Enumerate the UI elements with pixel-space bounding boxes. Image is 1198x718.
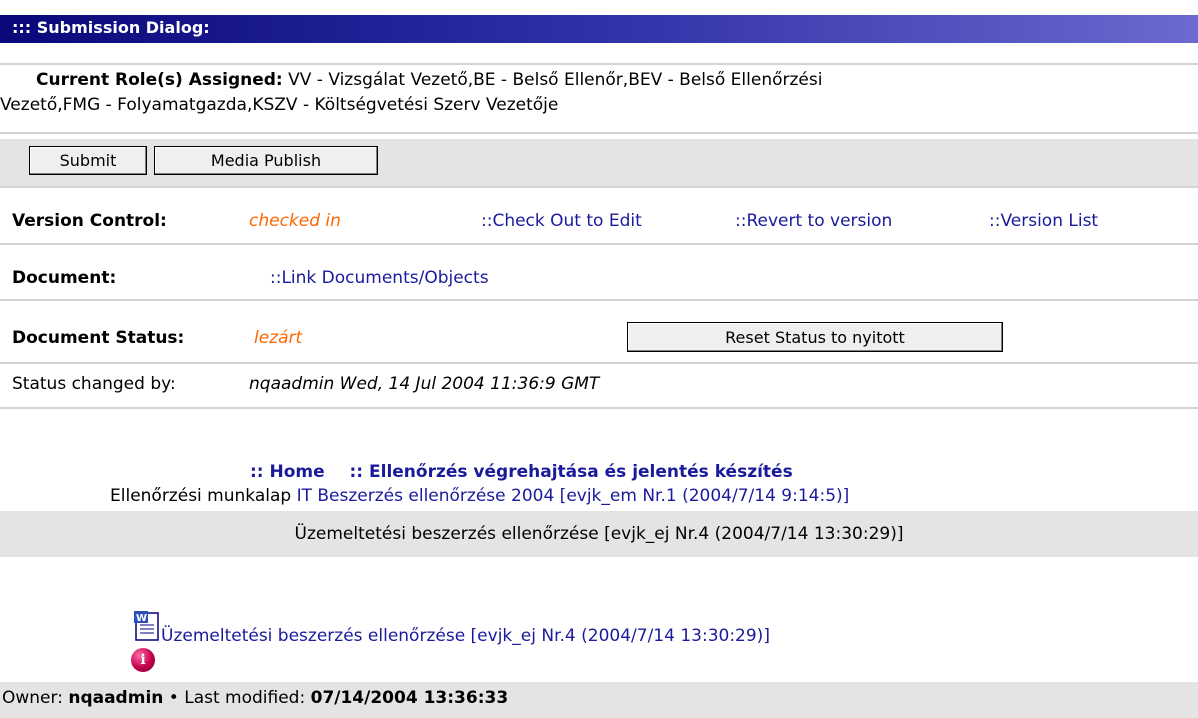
link-documents-link[interactable]: ::Link Documents/Objects <box>270 268 489 288</box>
document-status-row: Document Status: lezárt Reset Status to … <box>0 309 1198 364</box>
roles-label: Current Role(s) Assigned: <box>36 70 283 90</box>
version-state: checked in <box>249 211 341 231</box>
status-changed-value: nqaadmin Wed, 14 Jul 2004 11:36:9 GMT <box>249 374 600 394</box>
owner-value: nqaadmin <box>68 688 164 708</box>
document-status-value: lezárt <box>254 328 303 348</box>
section-link[interactable]: :: Ellenőrzés végrehajtása és jelentés k… <box>349 462 792 482</box>
info-icon[interactable]: i <box>131 648 155 672</box>
word-document-icon: W <box>134 611 164 643</box>
worksheet-label: Ellenőrzési munkalap <box>110 486 292 506</box>
status-changed-row: Status changed by: nqaadmin Wed, 14 Jul … <box>0 366 1198 409</box>
roles-panel: Current Role(s) Assigned: VV - Vizsgálat… <box>0 63 1198 134</box>
action-button-bar: Submit Media Publish <box>0 139 1198 188</box>
modified-label: Last modified: <box>184 688 306 708</box>
breadcrumb: :: Home :: Ellenőrzés végrehajtása és je… <box>250 462 793 482</box>
version-control-label: Version Control: <box>12 211 167 231</box>
modified-value: 07/14/2004 13:36:33 <box>310 688 509 708</box>
worksheet-link[interactable]: IT Beszerzés ellenőrzése 2004 [evjk_em N… <box>297 486 850 506</box>
roles-text-line1: VV - Vizsgálat Vezető,BE - Belső Ellenőr… <box>288 70 823 90</box>
status-changed-label: Status changed by: <box>12 374 176 394</box>
reset-status-button[interactable]: Reset Status to nyitott <box>627 322 1003 352</box>
current-item-bar: Üzemeltetési beszerzés ellenőrzése [evjk… <box>0 511 1198 557</box>
dialog-title-bar: ::: Submission Dialog: <box>0 15 1198 43</box>
document-label: Document: <box>12 268 117 288</box>
current-item-title: Üzemeltetési beszerzés ellenőrzése [evjk… <box>294 524 904 544</box>
check-out-link[interactable]: ::Check Out to Edit <box>481 211 642 231</box>
home-link[interactable]: :: Home <box>250 462 325 482</box>
media-publish-button[interactable]: Media Publish <box>154 146 378 175</box>
version-control-row: Version Control: checked in ::Check Out … <box>0 197 1198 245</box>
roles-text-line2: Vezető,FMG - Folyamatgazda,KSZV - Költsé… <box>0 95 559 115</box>
svg-text:W: W <box>136 613 147 624</box>
footer-separator: • <box>168 688 179 708</box>
document-status-label: Document Status: <box>12 328 185 348</box>
revert-version-link[interactable]: ::Revert to version <box>735 211 892 231</box>
document-row: Document: ::Link Documents/Objects <box>0 253 1198 301</box>
document-entry-link[interactable]: Üzemeltetési beszerzés ellenőrzése [evjk… <box>161 626 770 646</box>
worksheet-line: Ellenőrzési munkalap IT Beszerzés ellenő… <box>110 486 849 506</box>
owner-label: Owner: <box>2 688 63 708</box>
submit-button[interactable]: Submit <box>29 146 147 175</box>
footer-bar: Owner: nqaadmin • Last modified: 07/14/2… <box>0 682 1198 718</box>
version-list-link[interactable]: ::Version List <box>989 211 1098 231</box>
dialog-title: ::: Submission Dialog: <box>12 18 210 37</box>
